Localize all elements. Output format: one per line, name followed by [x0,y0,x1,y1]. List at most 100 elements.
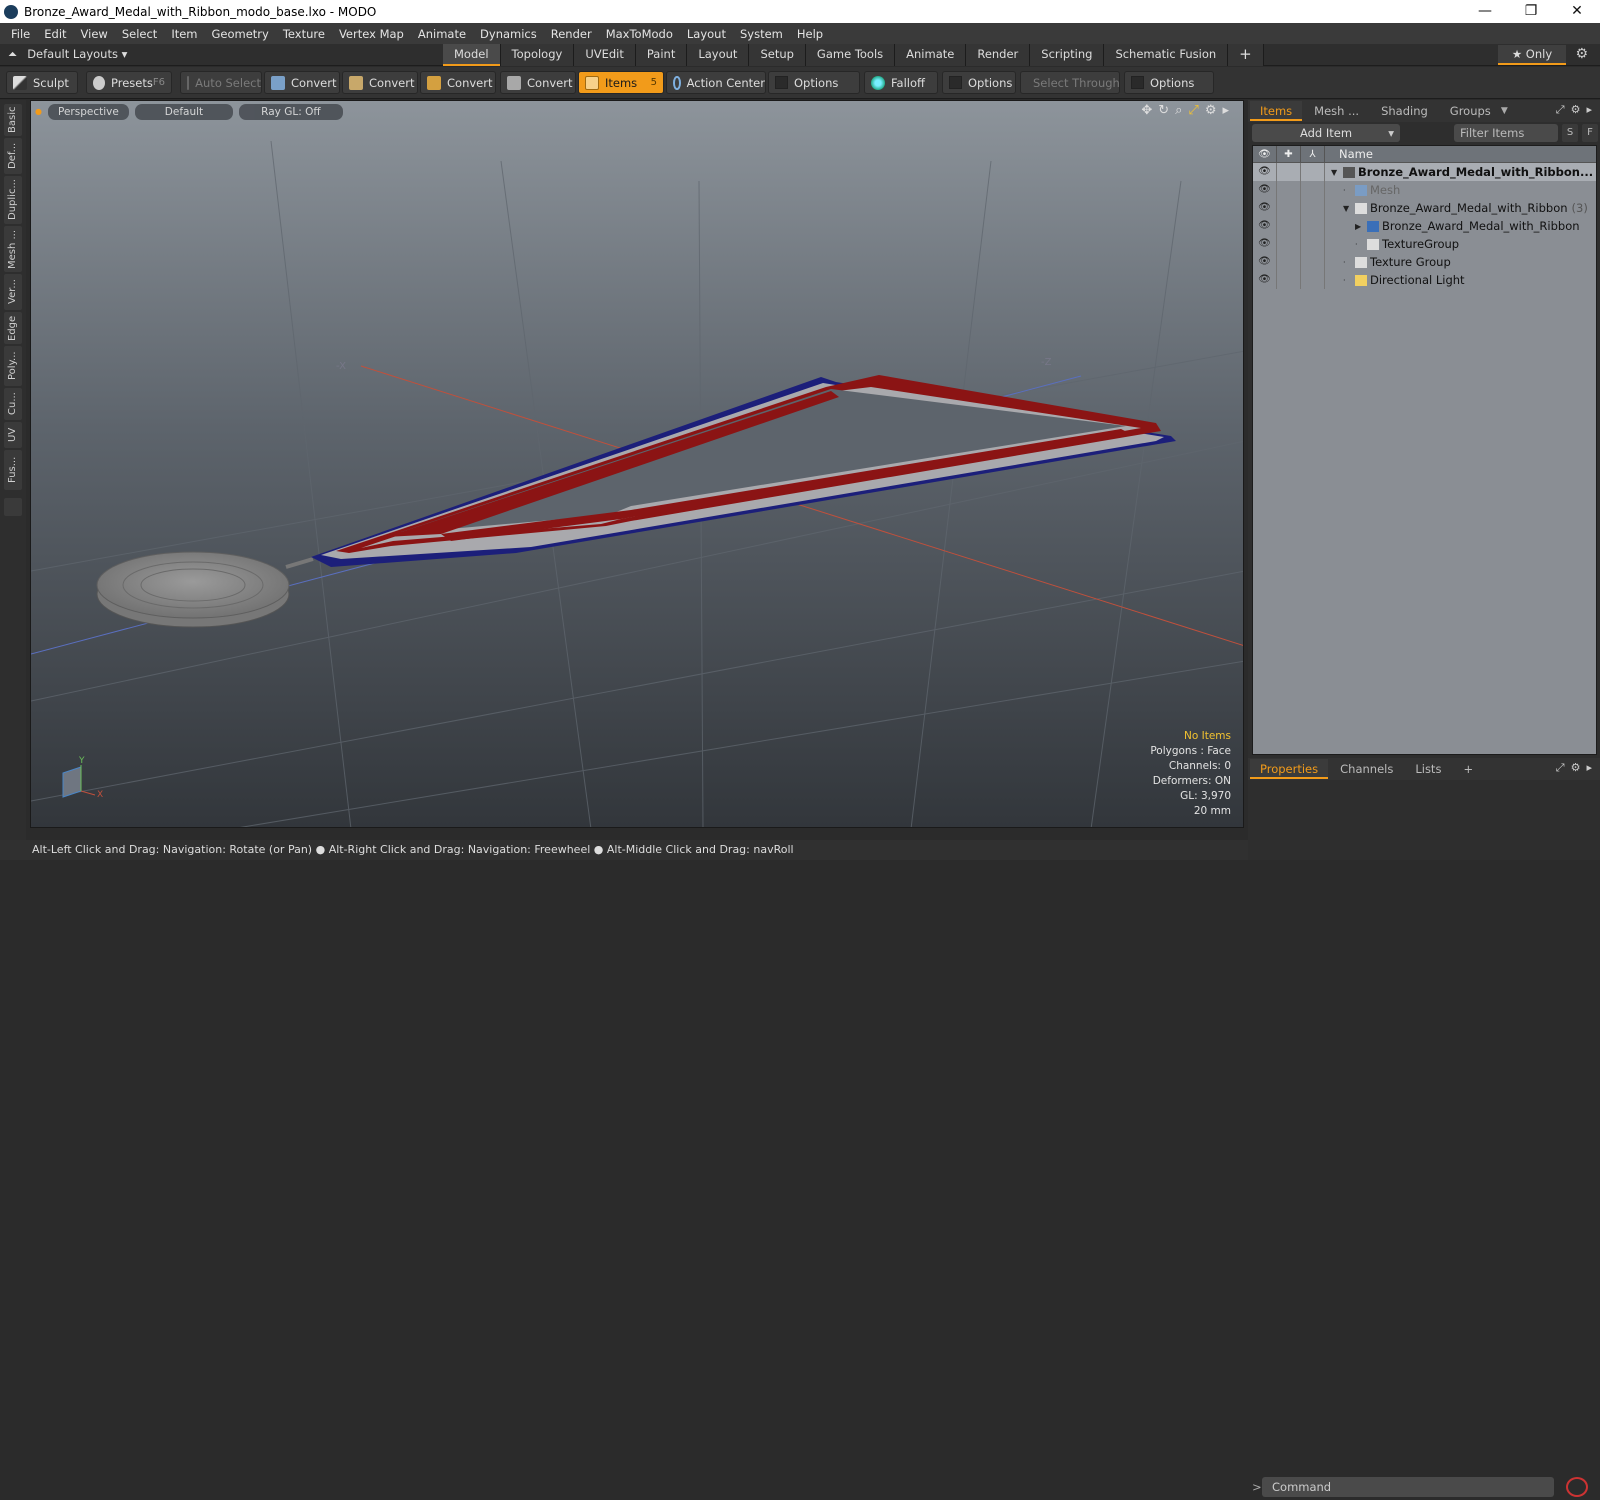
left-tab-vertex[interactable]: Ver... [4,274,22,310]
items-button[interactable]: Items 5 [578,71,664,94]
layouts-selector[interactable]: ⏶ Default Layouts ▾ [8,47,127,62]
lock-cell[interactable] [1277,163,1301,181]
tree-row[interactable]: 👁 · Mesh [1253,181,1596,199]
filter-items-input[interactable]: Filter Items [1454,124,1558,142]
options-button-3[interactable]: Options [1124,71,1214,94]
panel-arrow-icon[interactable]: ▸ [1586,103,1592,117]
filter-f-button[interactable]: F [1582,124,1598,142]
tab-topology[interactable]: Topology [500,44,575,66]
tree-row[interactable]: 👁 · Directional Light [1253,271,1596,289]
left-tab-mesh[interactable]: Mesh ... [4,226,22,272]
tabs-dropdown-icon[interactable]: ▼ [1501,106,1508,116]
tab-scripting[interactable]: Scripting [1030,44,1105,66]
menu-system[interactable]: System [733,27,790,41]
pan-icon[interactable]: ✥ [1141,103,1152,118]
perspective-view-button[interactable]: Perspective [47,104,129,120]
tree-item-name[interactable]: · TextureGroup [1325,237,1459,251]
menu-view[interactable]: View [74,27,115,41]
presets-button[interactable]: Presets F6 [86,71,172,94]
tree-item-name[interactable]: · Texture Group [1325,255,1451,269]
properties-arrow-icon[interactable]: ▸ [1586,761,1592,775]
sculpt-button[interactable]: Sculpt [6,71,78,94]
zoom-icon[interactable]: ⌕ [1175,103,1182,118]
lock-cell[interactable] [1277,271,1301,289]
layout-collapse-icon[interactable]: ⏶ [8,47,17,62]
visibility-eye-icon[interactable]: 👁 [1253,235,1277,253]
menu-dynamics[interactable]: Dynamics [473,27,544,41]
expand-down-icon[interactable]: ▼ [1343,204,1355,213]
falloff-button[interactable]: Falloff [864,71,938,94]
record-icon[interactable] [1566,1477,1588,1497]
rotate-icon[interactable]: ↻ [1158,103,1169,118]
options-checkbox-2[interactable] [949,76,962,89]
gear-icon[interactable]: ⚙ [1575,46,1588,62]
visibility-eye-icon[interactable]: 👁 [1253,163,1277,181]
close-button[interactable]: ✕ [1554,0,1600,23]
left-tab-curve[interactable]: Cu... [4,388,22,420]
action-center-button[interactable]: Action Center [666,71,766,94]
convert-edges-button[interactable]: Convert [342,71,418,94]
expand-down-icon[interactable]: ▼ [1331,168,1343,177]
expand-arrow-icon[interactable]: ▸ [1222,103,1229,118]
tab-mesh[interactable]: Mesh ... [1304,101,1369,121]
left-tab-basic[interactable]: Basic [4,104,22,136]
options-button-2[interactable]: Options [942,71,1016,94]
type-column-icon[interactable]: ⅄ [1301,146,1325,162]
lock-cell[interactable] [1277,253,1301,271]
add-tab-button[interactable]: + [1228,44,1264,66]
tab-render[interactable]: Render [966,44,1031,66]
tree-row[interactable]: 👁 ▶ Bronze_Award_Medal_with_Ribbon [1253,217,1596,235]
command-input[interactable]: Command [1262,1477,1554,1497]
viewport-menu-dot[interactable]: ● [35,104,42,120]
auto-select-button[interactable]: Auto Select [180,71,262,94]
visibility-eye-icon[interactable]: 👁 [1253,271,1277,289]
convert-polygons-button[interactable]: Convert [420,71,496,94]
menu-vertex-map[interactable]: Vertex Map [332,27,411,41]
tree-item-name[interactable]: ▶ Bronze_Award_Medal_with_Ribbon [1325,219,1580,233]
only-button[interactable]: ★ Only [1498,45,1566,65]
menu-render[interactable]: Render [544,27,599,41]
tab-setup[interactable]: Setup [749,44,806,66]
restore-button[interactable]: ❐ [1508,0,1554,23]
fit-icon[interactable]: ⤢ [1188,103,1198,118]
tab-channels[interactable]: Channels [1330,759,1403,779]
tab-shading[interactable]: Shading [1371,101,1438,121]
menu-layout[interactable]: Layout [680,27,733,41]
tab-uvedit[interactable]: UVEdit [574,44,636,66]
shading-style-button[interactable]: Default [134,104,234,120]
menu-edit[interactable]: Edit [37,27,73,41]
visibility-eye-icon[interactable]: 👁 [1253,181,1277,199]
convert-vertices-button[interactable]: Convert [264,71,340,94]
visibility-column-icon[interactable]: 👁 [1253,146,1277,162]
options-button-1[interactable]: Options [768,71,860,94]
tree-item-name[interactable]: ▼ Bronze_Award_Medal_with_Ribbon... [1325,165,1593,179]
tree-item-name[interactable]: ▼ Bronze_Award_Medal_with_Ribbon (3) [1325,201,1588,215]
left-strip-toggle[interactable] [4,498,22,516]
visibility-eye-icon[interactable]: 👁 [1253,217,1277,235]
default-layouts-dropdown[interactable]: Default Layouts ▾ [27,47,127,62]
lock-cell[interactable] [1277,217,1301,235]
left-tab-polygon[interactable]: Poly... [4,346,22,386]
lock-cell[interactable] [1277,235,1301,253]
menu-select[interactable]: Select [115,27,164,41]
tree-item-name[interactable]: · Directional Light [1325,273,1465,287]
tab-game-tools[interactable]: Game Tools [805,44,896,66]
tab-groups[interactable]: Groups [1440,101,1501,121]
left-tab-uv[interactable]: UV [4,422,22,448]
tab-layout[interactable]: Layout [687,44,750,66]
lock-column-icon[interactable]: ✚ [1277,146,1301,162]
maximize-panel-icon[interactable]: ⤢ [1556,103,1565,117]
left-tab-fusion[interactable]: Fus... [4,450,22,490]
lock-cell[interactable] [1277,181,1301,199]
tab-lists[interactable]: Lists [1405,759,1451,779]
tree-row[interactable]: 👁 · TextureGroup [1253,235,1596,253]
panel-gear-icon[interactable]: ⚙ [1571,103,1581,117]
lock-cell[interactable] [1277,199,1301,217]
tree-item-name[interactable]: · Mesh [1325,183,1400,197]
menu-file[interactable]: File [4,27,37,41]
left-tab-deform[interactable]: Def... [4,138,22,174]
convert-materials-button[interactable]: Convert [500,71,576,94]
filter-s-button[interactable]: S [1562,124,1578,142]
menu-animate[interactable]: Animate [411,27,473,41]
options-checkbox-1[interactable] [775,76,788,89]
